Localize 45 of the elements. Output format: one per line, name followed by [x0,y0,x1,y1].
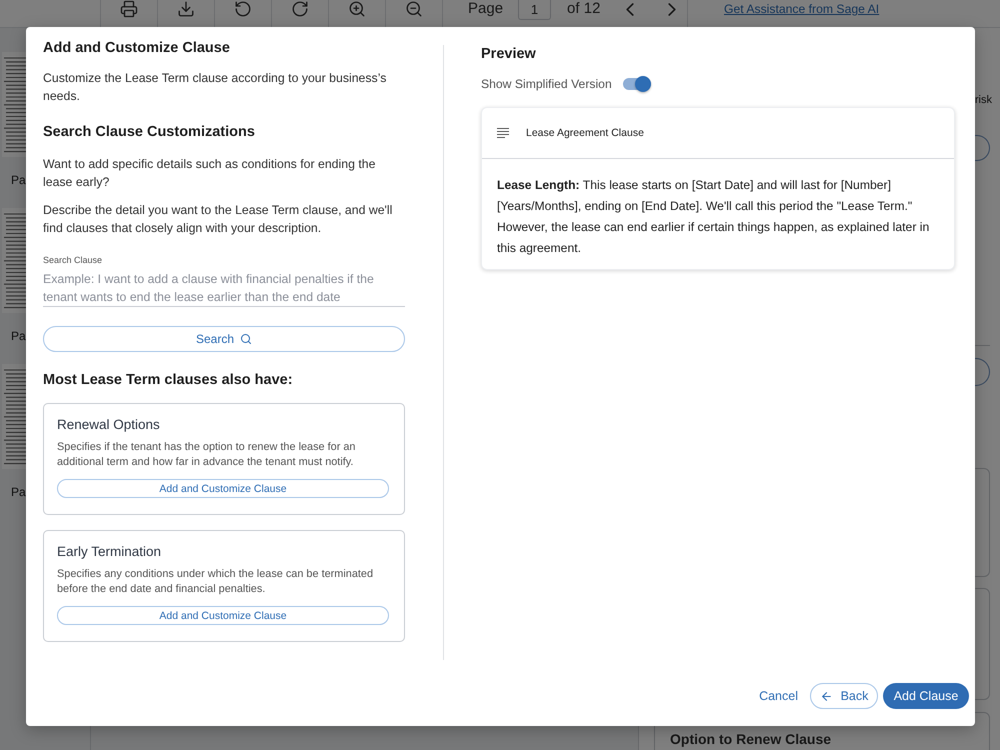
printer-icon [120,0,138,18]
document-thumbnail[interactable] [2,364,26,469]
panel-text: risk [974,93,992,107]
field-label: Search Clause [43,254,102,266]
search-icon [240,333,252,345]
preview-card-title: Lease Agreement Clause [526,126,644,140]
add-clause-confirm-button[interactable]: Add Clause [883,683,969,709]
card-title: Early Termination [57,544,162,560]
zoom-in-icon [348,0,366,18]
search-button[interactable]: Search [43,326,405,352]
card-title: Renewal Options [57,417,161,433]
add-clause-button[interactable]: Add and Customize Clause [57,606,389,625]
download-icon [177,0,195,18]
add-clause-button[interactable]: Add and Customize Clause [57,479,389,498]
card-description: Specifies any conditions under which the lease can be terminated before the end date and financial penalties. [57,567,374,597]
intro-text: Customize the Lease Term clause according to your business’s needs. [43,70,388,105]
chevron-left-icon [626,2,634,16]
preview-heading: Preview [481,45,537,64]
page-number-field[interactable]: 1 [518,0,552,20]
rotate-right-icon [291,0,309,18]
section-heading: Search Clause Customizations [43,123,256,142]
thumbnail-label: Pa [11,484,26,500]
toggle-switch[interactable] [622,76,651,92]
cancel-link[interactable]: Cancel [759,688,798,704]
rotate-left-icon [234,0,252,18]
section-heading: Most Lease Term clauses also have: [43,371,294,390]
prompt-text: Describe the detail you want to the Lease Term clause, and we'll find clauses that closely align with your description. [43,202,394,237]
back-button[interactable]: Back [810,683,878,709]
document-thumbnail[interactable] [2,208,26,313]
card-description: Specifies if the tenant has the option to renew the lease for an additional term and how far in advance the tenant must notify. [57,440,356,470]
page-count: of 12 [567,0,600,18]
dialog-title: Add and Customize Clause [43,39,231,58]
thumbnail-label: Pa [11,172,26,188]
page-label: Page [468,0,504,18]
clause-text: Lease Length: This lease starts on [Start Date] and will last for [Number] [Years/Months], ending on [End Date]. We'll call this period the "Lease Term." However, the lease can end earlier if certain things happen, as explained later in this agreement. [496,177,930,257]
text-lines-icon [497,128,509,138]
clause-title: Option to Renew Clause [670,731,832,747]
zoom-out-icon [405,0,423,18]
document-thumbnail[interactable] [2,52,26,157]
prompt-text: Want to add specific details such as conditions for ending the lease early? [43,156,376,191]
thumbnail-label: Pa [11,328,26,344]
assistance-link[interactable]: Get Assistance from Sage AI [724,0,880,27]
chevron-right-icon [668,2,676,16]
arrow-left-icon [820,690,833,702]
toggle-label: Show Simplified Version [481,76,612,92]
